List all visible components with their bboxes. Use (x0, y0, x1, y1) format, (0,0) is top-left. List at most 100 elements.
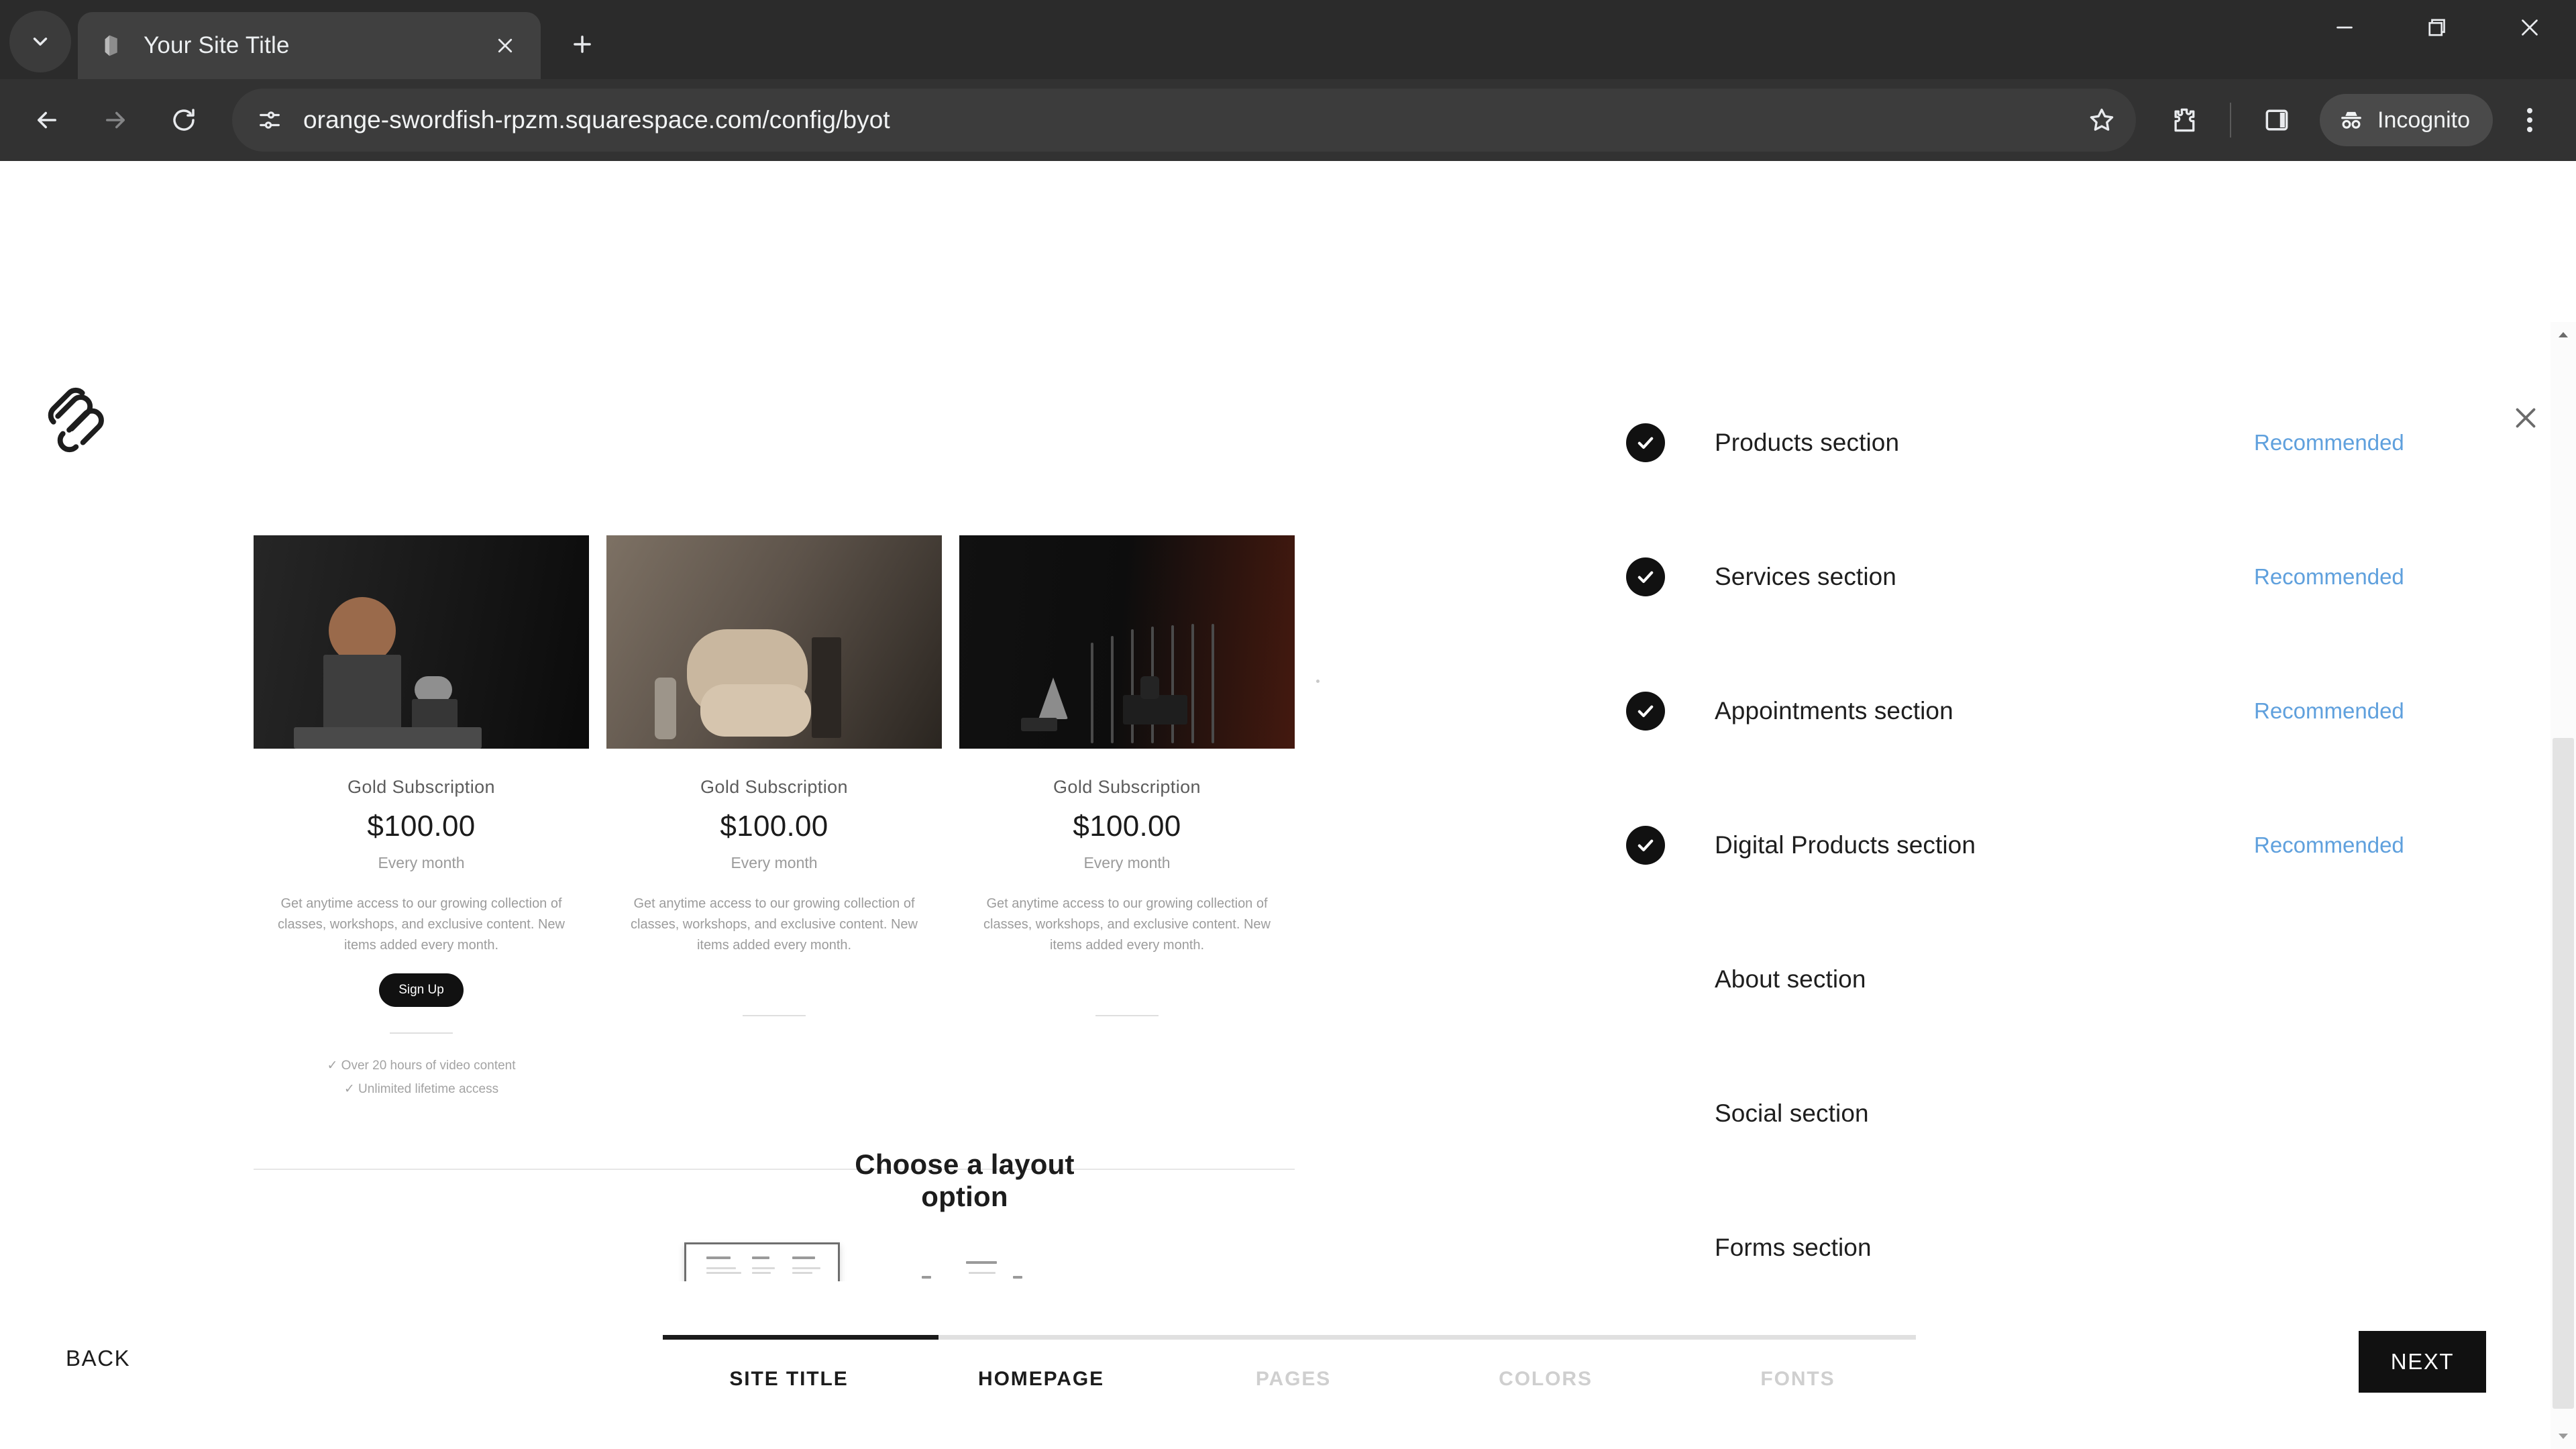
sections-panel: Products section Recommended Services se… (1597, 322, 2576, 1449)
preview-artifact-dot (1316, 680, 1320, 683)
site-preview: Gold Subscription $100.00 Every month Ge… (0, 322, 1597, 1449)
preview-section-divider (254, 1169, 1295, 1170)
back-button[interactable]: BACK (66, 1346, 130, 1371)
tab-close-icon[interactable] (487, 28, 523, 64)
tab-title: Your Site Title (144, 32, 290, 58)
section-label: Social section (1715, 1099, 1869, 1127)
chevron-down-icon (33, 38, 48, 46)
forward-arrow-icon (106, 111, 125, 129)
reload-button[interactable] (152, 88, 216, 152)
side-panel-button[interactable] (2245, 88, 2309, 152)
section-row[interactable]: Appointments section Recommended (1626, 644, 2496, 778)
product-image (254, 535, 589, 749)
product-period: Every month (1083, 854, 1171, 871)
step-colors[interactable]: COLORS (1419, 1368, 1672, 1391)
product-price: $100.00 (367, 810, 476, 843)
scrollbar-thumb[interactable] (2553, 738, 2574, 1409)
feature-line-2: ✓ Unlimited lifetime access (343, 1082, 499, 1097)
step-fonts[interactable]: FONTS (1672, 1368, 1924, 1391)
url-text: orange-swordfish-rpzm.squarespace.com/co… (303, 106, 890, 133)
product-image (606, 535, 942, 749)
step-labels: SITE TITLE HOMEPAGE PAGES COLORS FONTS (663, 1368, 1924, 1391)
product-description: Get anytime access to our growing collec… (983, 896, 1271, 953)
browser-tab[interactable]: Your Site Title (78, 12, 541, 79)
check-circle-icon[interactable] (1626, 692, 1665, 731)
product-price: $100.00 (720, 810, 828, 843)
recommended-badge: Recommended (2254, 833, 2404, 857)
check-circle-icon[interactable] (1626, 826, 1665, 865)
window-close-button[interactable] (2483, 0, 2576, 55)
new-tab-button[interactable] (555, 17, 609, 71)
minimize-button[interactable] (2298, 0, 2391, 55)
product-title: Gold Subscription (1053, 777, 1201, 797)
check-slot (1626, 557, 1715, 596)
page-scrollbar[interactable] (2551, 322, 2576, 1449)
next-button[interactable]: NEXT (2359, 1331, 2486, 1393)
forward-button[interactable] (83, 88, 148, 152)
maximize-button[interactable] (2391, 0, 2483, 55)
progress-track (663, 1335, 1916, 1340)
check-slot (1626, 692, 1715, 731)
incognito-indicator[interactable]: Incognito (2320, 94, 2493, 146)
step-site-title[interactable]: SITE TITLE (663, 1368, 915, 1391)
product-image (959, 535, 1295, 749)
extensions-button[interactable] (2152, 88, 2216, 152)
check-circle-icon[interactable] (1626, 423, 1665, 462)
back-arrow-icon (38, 111, 56, 129)
scroll-down-arrow-icon[interactable] (2551, 1424, 2576, 1449)
check-slot (1626, 423, 1715, 462)
step-pages[interactable]: PAGES (1167, 1368, 1419, 1391)
step-homepage[interactable]: HOMEPAGE (915, 1368, 1167, 1391)
browser-window: Your Site Title orange-swordfish-rpzm.sq… (0, 0, 2576, 1449)
section-label: Appointments section (1715, 697, 1953, 724)
recommended-badge: Recommended (2254, 564, 2404, 589)
recommended-badge: Recommended (2254, 698, 2404, 723)
scroll-up-arrow-icon[interactable] (2551, 322, 2576, 347)
product-description: Get anytime access to our growing collec… (631, 896, 918, 953)
site-favicon (105, 35, 117, 56)
card-divider (1095, 1015, 1159, 1016)
star-icon[interactable] (2080, 98, 2124, 142)
tab-search-button[interactable] (9, 11, 71, 72)
product-card[interactable]: Gold Subscription $100.00 Every month Ge… (606, 535, 942, 1101)
browser-menu-button[interactable] (2501, 88, 2559, 152)
section-label: Services section (1715, 563, 1896, 590)
sign-up-button[interactable]: Sign Up (379, 973, 464, 1007)
product-description: Get anytime access to our growing collec… (278, 896, 565, 953)
section-label: About section (1715, 965, 1866, 993)
card-divider (390, 1032, 453, 1034)
page-viewport: Gold Subscription $100.00 Every month Ge… (0, 161, 2576, 1449)
products-card-row: Gold Subscription $100.00 Every month Ge… (254, 535, 1295, 1101)
product-card[interactable]: Gold Subscription $100.00 Every month Ge… (254, 535, 589, 1101)
product-features: ✓ Over 20 hours of video content ✓ Unlim… (254, 1054, 589, 1101)
section-label: Products section (1715, 429, 1900, 456)
product-period: Every month (378, 854, 465, 871)
plus-icon (574, 36, 591, 53)
restore-icon (2428, 19, 2445, 36)
address-bar[interactable]: orange-swordfish-rpzm.squarespace.com/co… (232, 89, 2136, 152)
incognito-label: Incognito (2377, 107, 2470, 133)
check-slot (1626, 826, 1715, 865)
feature-line-1: ✓ Over 20 hours of video content (327, 1059, 516, 1073)
tab-strip: Your Site Title (0, 0, 2576, 79)
window-close-icon (2522, 19, 2538, 36)
product-card[interactable]: Gold Subscription $100.00 Every month Ge… (959, 535, 1295, 1101)
recommended-badge: Recommended (2254, 430, 2404, 455)
section-row[interactable]: Digital Products section Recommended (1626, 778, 2496, 912)
progress-fill (663, 1335, 938, 1340)
layout-chooser-heading: Choose a layout option (855, 1148, 1075, 1212)
section-row[interactable]: Products section Recommended (1626, 376, 2496, 510)
side-panel-icon (2265, 109, 2288, 131)
tune-site-info-icon[interactable] (252, 103, 287, 138)
close-icon[interactable] (2504, 396, 2548, 440)
check-circle-icon[interactable] (1626, 557, 1665, 596)
incognito-spy-icon (2341, 111, 2361, 129)
back-button[interactable] (15, 88, 79, 152)
wizard-footer: BACK SITE TITLE HOMEPAGE PAGES COLORS FO… (0, 1281, 2551, 1449)
section-row[interactable]: About section (1626, 912, 2496, 1046)
product-period: Every month (731, 854, 818, 871)
reload-icon (173, 109, 195, 131)
section-row[interactable]: Services section Recommended (1626, 510, 2496, 644)
card-divider (743, 1015, 806, 1016)
section-row[interactable]: Social section (1626, 1046, 2496, 1181)
